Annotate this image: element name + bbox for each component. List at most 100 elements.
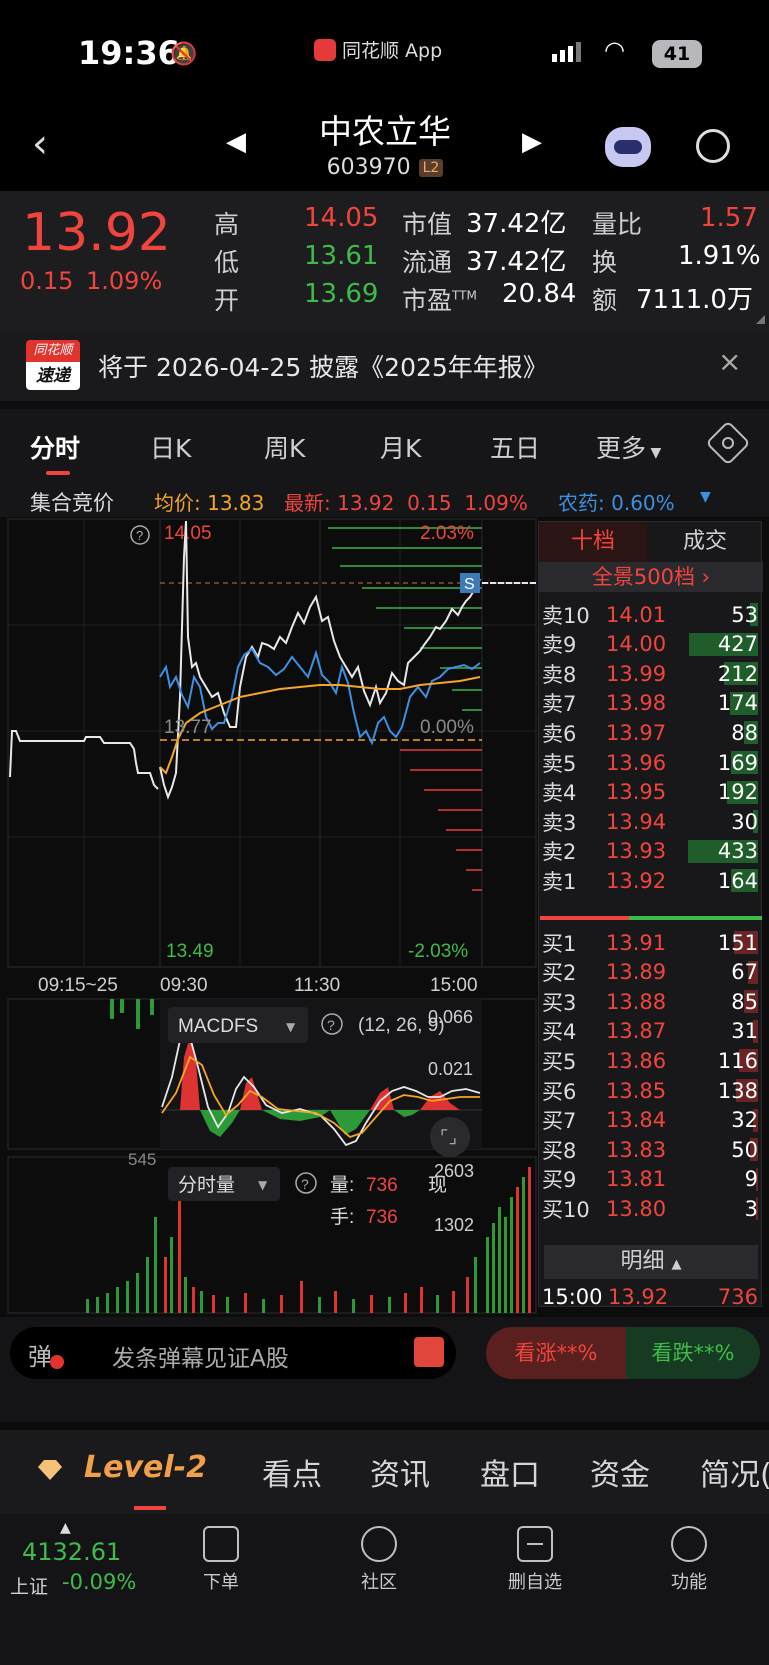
book-volume: 164 <box>717 868 758 893</box>
book-level-label: 买1 <box>542 931 577 956</box>
ask-row[interactable]: 卖3 13.94 30 <box>540 806 760 837</box>
ask-row[interactable]: 卖8 13.99 212 <box>540 658 760 689</box>
bull-button[interactable]: 看涨**% <box>486 1327 626 1379</box>
detail-toggle[interactable]: 明细 ▲ <box>544 1245 758 1279</box>
bid-row[interactable]: 买7 13.84 32 <box>540 1105 760 1136</box>
high-label: 高 <box>214 210 240 239</box>
book-volume: 30 <box>731 809 758 834</box>
ask-row[interactable]: 卖4 13.95 192 <box>540 777 760 808</box>
expand-corner-icon[interactable] <box>756 315 765 324</box>
bid-depth-bars <box>400 749 482 891</box>
volume-hand: 736 <box>366 1207 398 1228</box>
stock-code: 603970 <box>326 155 411 180</box>
bid-row[interactable]: 买3 13.88 85 <box>540 986 760 1017</box>
auction-volume-bars <box>86 1217 157 1313</box>
bid-row[interactable]: 买10 13.80 3 <box>540 1193 760 1224</box>
svg-text:?: ? <box>301 1176 309 1192</box>
bid-row[interactable]: 买6 13.85 138 <box>540 1075 760 1106</box>
community-button[interactable]: 社区 <box>324 1526 434 1594</box>
bid-row[interactable]: 买2 13.89 67 <box>540 957 760 988</box>
book-price: 14.00 <box>606 632 667 657</box>
intraday-chart[interactable]: 14.05 2.03% 13.77 0.00% 13.49 -2.03% ? S… <box>0 517 540 1317</box>
book-price: 13.95 <box>606 780 667 805</box>
tab-profile[interactable]: 简况( <box>700 1450 769 1494</box>
ask-row[interactable]: 卖10 14.01 53 <box>540 599 760 630</box>
bid-row[interactable]: 买8 13.83 50 <box>540 1134 760 1165</box>
book-level-label: 买4 <box>542 1020 577 1045</box>
notice-banner[interactable]: 同花顺 速递 将于 2026-04-25 披露《2025年年报》 × <box>0 331 769 401</box>
book-volume: 32 <box>731 1108 758 1133</box>
danmaku-input[interactable]: 弹 发条弹幕见证A股 <box>10 1327 456 1379</box>
tab-handicap[interactable]: 盘口 <box>480 1450 540 1494</box>
tab-daily-k[interactable]: 日K <box>150 429 191 465</box>
bid-row[interactable]: 买4 13.87 31 <box>540 1016 760 1047</box>
tab-five-day[interactable]: 五日 <box>490 429 540 465</box>
tab-trades[interactable]: 成交 <box>647 522 763 562</box>
tab-indicator <box>46 471 70 475</box>
full-depth-link[interactable]: 全景500档 › <box>539 562 763 592</box>
book-volume: 88 <box>731 720 758 745</box>
book-volume: 53 <box>731 602 758 627</box>
search-icon[interactable] <box>696 129 730 163</box>
prev-stock-icon[interactable]: ◀ <box>226 127 246 157</box>
tab-ten-levels[interactable]: 十档 <box>539 522 647 562</box>
remove-watchlist-icon <box>517 1526 553 1562</box>
book-price: 13.83 <box>606 1137 667 1162</box>
book-volume: 151 <box>717 930 758 955</box>
next-stock-icon[interactable]: ▶ <box>522 127 542 157</box>
app-label: 同花顺 App <box>314 36 442 63</box>
bid-row[interactable]: 买1 13.91 151 <box>540 927 760 958</box>
tab-weekly-k[interactable]: 周K <box>264 429 305 465</box>
pe-value: 20.84 <box>502 279 577 309</box>
wifi-icon: ◠ <box>604 36 625 64</box>
tab-highlights[interactable]: 看点 <box>262 1450 322 1494</box>
float-label: 流通 <box>402 248 453 277</box>
index-pct: -0.09% <box>62 1570 137 1594</box>
latest-price: 最新: 13.92 0.15 1.09% <box>284 491 528 515</box>
last-price: 13.92 <box>22 203 171 263</box>
index-expand-icon[interactable]: ▲ <box>60 1520 71 1536</box>
book-price: 13.92 <box>606 868 667 893</box>
book-price: 13.80 <box>606 1196 667 1221</box>
book-price: 13.86 <box>606 1048 667 1073</box>
tab-news[interactable]: 资讯 <box>370 1450 430 1494</box>
bid-row[interactable]: 买9 13.81 9 <box>540 1164 760 1195</box>
ask-row[interactable]: 卖9 14.00 427 <box>540 629 760 660</box>
functions-button[interactable]: 功能 <box>634 1526 744 1594</box>
price-change: 0.15 <box>20 267 74 295</box>
ask-row[interactable]: 卖2 13.93 433 <box>540 836 760 867</box>
stock-title[interactable]: 中农立华 603970 L2 <box>300 105 470 180</box>
amount-label: 额 <box>592 286 618 315</box>
settings-gear-icon[interactable] <box>705 420 751 466</box>
order-button[interactable]: 下单 <box>166 1526 276 1594</box>
ask-row[interactable]: 卖6 13.97 88 <box>540 717 760 748</box>
tab-monthly-k[interactable]: 月K <box>380 429 421 465</box>
time-mid: 11:30 <box>294 975 340 996</box>
robot-assistant-icon[interactable] <box>605 127 651 167</box>
index-value[interactable]: 4132.61 <box>22 1538 121 1566</box>
tab-intraday[interactable]: 分时 <box>30 429 80 465</box>
danmaku-badge-icon <box>50 1355 64 1369</box>
sector-dropdown-icon[interactable]: ▼ <box>700 489 711 505</box>
ask-row[interactable]: 卖1 13.92 164 <box>540 865 760 896</box>
gift-icon[interactable] <box>414 1337 444 1367</box>
status-time: 19:36 <box>78 34 180 72</box>
ask-row[interactable]: 卖5 13.96 169 <box>540 747 760 778</box>
book-level-label: 买10 <box>542 1197 590 1222</box>
book-level-label: 买6 <box>542 1079 577 1104</box>
close-icon[interactable]: × <box>718 345 741 378</box>
book-volume: 67 <box>731 960 758 985</box>
remove-watchlist-button[interactable]: 删自选 <box>480 1526 590 1594</box>
tab-funds[interactable]: 资金 <box>590 1450 650 1494</box>
bid-row[interactable]: 买5 13.86 116 <box>540 1045 760 1076</box>
book-volume: 9 <box>744 1167 758 1192</box>
tab-more[interactable]: 更多 ▼ <box>596 429 661 465</box>
ask-row[interactable]: 卖7 13.98 174 <box>540 688 760 719</box>
book-volume: 116 <box>717 1048 758 1073</box>
book-price: 13.93 <box>606 839 667 864</box>
danmaku-bar: 弹 发条弹幕见证A股 看涨**% 看跌**% <box>0 1317 769 1422</box>
bear-button[interactable]: 看跌**% <box>626 1327 760 1379</box>
tab-level2[interactable]: Level-2 <box>84 1450 207 1485</box>
back-icon[interactable]: ‹ <box>32 121 48 167</box>
book-price: 13.91 <box>606 930 667 955</box>
